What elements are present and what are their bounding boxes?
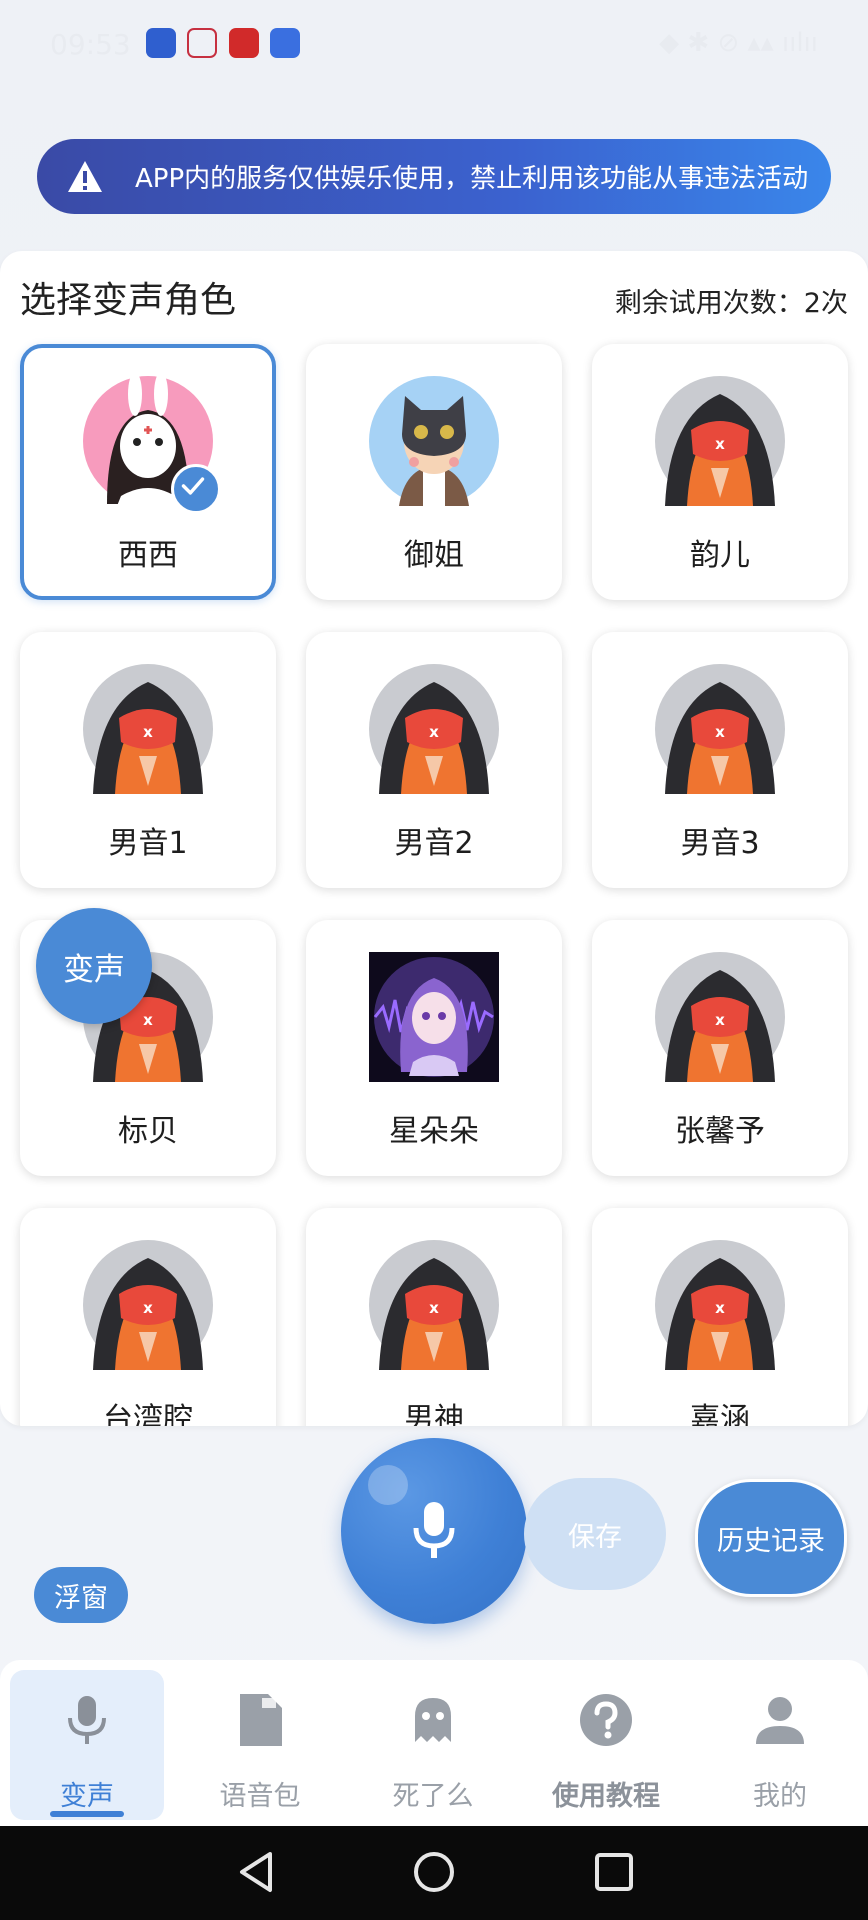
svg-text:x: x — [143, 723, 153, 741]
button-shine — [368, 1465, 408, 1505]
svg-text:x: x — [429, 1299, 439, 1317]
character-card[interactable]: 西西 — [20, 344, 276, 600]
svg-text:x: x — [715, 723, 725, 741]
hand-notification-icon — [270, 28, 300, 58]
home-icon[interactable] — [412, 1850, 456, 1894]
character-card[interactable]: 星朵朵 — [306, 920, 562, 1176]
character-name: 星朵朵 — [389, 1114, 479, 1149]
character-name: 男音3 — [680, 826, 760, 861]
character-card[interactable]: x 嘉涵 — [592, 1208, 848, 1426]
selected-check-icon — [171, 464, 221, 514]
character-card[interactable]: x 男音2 — [306, 632, 562, 888]
character-panel: 选择变声角色 剩余试用次数：2次 西西 御姐 x 韵儿 x 男音1 x 男音2 x 男音3 x 标贝 星… — [0, 251, 868, 1426]
nav-label: 死了么 — [392, 1781, 474, 1812]
ghost-icon — [415, 1698, 451, 1742]
heart-notification-icon — [229, 28, 259, 58]
character-name: 韵儿 — [690, 538, 750, 573]
back-icon[interactable] — [236, 1850, 276, 1894]
character-name: 张馨予 — [675, 1114, 765, 1149]
character-avatar: x — [655, 952, 785, 1082]
character-avatar: x — [369, 1240, 499, 1370]
system-nav-bar — [0, 1826, 868, 1920]
nav-label: 变声 — [60, 1781, 114, 1812]
character-card[interactable]: x 男音3 — [592, 632, 848, 888]
character-card[interactable]: x 张馨予 — [592, 920, 848, 1176]
nav-mine[interactable]: 我的 — [703, 1670, 857, 1820]
record-mic-button[interactable] — [341, 1438, 527, 1624]
home-notification-icon — [187, 28, 217, 58]
character-avatar: x — [369, 664, 499, 794]
character-avatar: x — [83, 1240, 213, 1370]
status-bar: 09:53 ◆ ✱ ⊘ ▴▴ ıılıı — [0, 0, 868, 90]
nav-label: 语音包 — [219, 1781, 301, 1812]
character-card[interactable]: x 男音1 — [20, 632, 276, 888]
character-name: 御姐 — [404, 538, 464, 573]
status-time: 09:53 — [50, 28, 131, 61]
character-avatar — [369, 952, 499, 1082]
app-notification-icon — [146, 28, 176, 58]
character-card[interactable]: x 台湾腔 — [20, 1208, 276, 1426]
status-indicators: ◆ ✱ ⊘ ▴▴ ıılıı — [659, 28, 818, 58]
svg-text:x: x — [715, 1299, 725, 1317]
character-card[interactable]: x 韵儿 — [592, 344, 848, 600]
character-name: 西西 — [118, 538, 178, 573]
character-avatar — [369, 376, 499, 506]
history-button[interactable]: 历史记录 — [695, 1479, 847, 1597]
warning-icon — [68, 160, 102, 192]
nav-voice-change[interactable]: 变声 — [10, 1670, 164, 1820]
character-name: 男音2 — [394, 826, 474, 861]
svg-text:x: x — [429, 723, 439, 741]
nav-tutorial[interactable]: 使用教程 — [529, 1670, 683, 1820]
nav-voice-pack[interactable]: 语音包 — [183, 1670, 337, 1820]
nav-dead-yet[interactable]: 死了么 — [356, 1670, 510, 1820]
float-window-button[interactable]: 浮窗 — [34, 1567, 128, 1623]
character-avatar: x — [655, 664, 785, 794]
nav-label: 使用教程 — [552, 1781, 660, 1812]
mic-icon — [413, 1502, 455, 1558]
character-card[interactable]: 御姐 — [306, 344, 562, 600]
mic-icon — [68, 1696, 106, 1744]
character-avatar: x — [655, 1240, 785, 1370]
voice-change-fab[interactable]: 变声 — [36, 908, 152, 1024]
question-icon — [580, 1694, 632, 1746]
active-indicator — [50, 1811, 124, 1817]
character-name: 标贝 — [118, 1114, 178, 1149]
disclaimer-text: APP内的服务仅供娱乐使用，禁止利用该功能从事违法活动 — [135, 164, 809, 194]
document-icon — [240, 1694, 282, 1746]
person-icon — [756, 1697, 804, 1744]
character-name: 台湾腔 — [103, 1402, 193, 1426]
character-avatar: x — [83, 664, 213, 794]
svg-text:x: x — [715, 1011, 725, 1029]
save-button[interactable]: 保存 — [524, 1478, 666, 1590]
character-avatar: x — [655, 376, 785, 506]
disclaimer-banner: APP内的服务仅供娱乐使用，禁止利用该功能从事违法活动 — [37, 139, 831, 214]
character-card[interactable]: x 男神 — [306, 1208, 562, 1426]
svg-text:x: x — [143, 1011, 153, 1029]
nav-label: 我的 — [753, 1781, 807, 1812]
svg-text:x: x — [715, 435, 725, 453]
character-name: 男神 — [404, 1402, 464, 1426]
character-name: 男音1 — [108, 826, 188, 861]
bottom-nav: 变声 语音包 死了么 使用教程 我的 — [0, 1660, 868, 1826]
trial-count: 剩余试用次数：2次 — [614, 288, 848, 319]
recents-icon[interactable] — [592, 1850, 636, 1894]
svg-text:x: x — [143, 1299, 153, 1317]
panel-title: 选择变声角色 — [20, 280, 237, 321]
character-name: 嘉涵 — [690, 1402, 750, 1426]
